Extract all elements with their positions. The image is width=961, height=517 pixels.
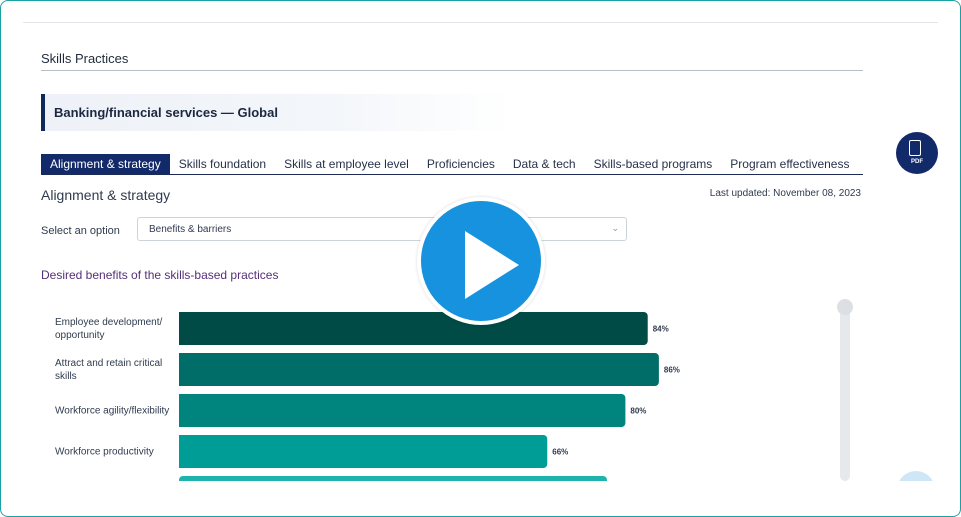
tab-bar: Alignment & strategy Skills foundation Ski… [41, 154, 863, 175]
option-select[interactable]: Benefits & barriers ⌄ [137, 217, 627, 241]
tab-data-tech[interactable]: Data & tech [504, 154, 585, 174]
bar[interactable] [179, 353, 659, 386]
value-label: 80% [630, 407, 646, 416]
category-label: Attract and retain critical [55, 358, 162, 369]
bar-edge [179, 312, 185, 345]
chart-title: Desired benefits of the skills-based pra… [41, 268, 279, 282]
value-label: 66% [552, 448, 568, 457]
video-frame: Skills Practices Banking/financial servi… [0, 0, 961, 517]
section-title: Skills Practices [41, 51, 129, 66]
category-label: skills [55, 371, 77, 382]
bar[interactable] [179, 435, 548, 468]
bar[interactable] [179, 312, 648, 345]
video-bottom-area [2, 481, 959, 515]
bar-edge [179, 394, 185, 427]
divider [23, 22, 938, 23]
bar-edge [179, 435, 185, 468]
tab-skills-foundation[interactable]: Skills foundation [170, 154, 275, 174]
bar[interactable] [179, 394, 626, 427]
section-divider [41, 70, 863, 71]
category-label: Workforce agility/flexibility [55, 406, 169, 417]
region-banner: Banking/financial services — Global [41, 94, 511, 131]
tab-skills-based-programs[interactable]: Skills-based programs [585, 154, 722, 174]
chevron-down-icon: ⌄ [611, 223, 619, 233]
pdf-download-button[interactable]: PDF [896, 132, 938, 174]
pdf-label: PDF [911, 159, 923, 165]
bar-edge [179, 353, 185, 386]
document-download-icon [909, 140, 921, 156]
category-label: Employee development/ [55, 317, 163, 328]
last-updated: Last updated: November 08, 2023 [709, 188, 861, 199]
play-button[interactable] [417, 197, 545, 325]
scrollbar-track[interactable] [840, 304, 850, 481]
tab-program-effectiveness[interactable]: Program effectiveness [721, 154, 858, 174]
scrollbar-thumb[interactable] [837, 299, 853, 315]
value-label: 86% [664, 366, 680, 375]
page-subheading: Alignment & strategy [41, 187, 171, 203]
select-value: Benefits & barriers [149, 224, 232, 235]
select-label: Select an option [41, 225, 120, 237]
category-label: opportunity [55, 330, 104, 341]
tab-alignment-strategy[interactable]: Alignment & strategy [41, 154, 170, 174]
tab-proficiencies[interactable]: Proficiencies [418, 154, 504, 174]
bar-chart: 84% Employee development/opportunity 86% At… [55, 312, 680, 491]
value-label: 84% [653, 325, 669, 334]
play-icon [465, 231, 519, 299]
banner-title: Banking/financial services — Global [54, 105, 278, 120]
tab-skills-at-employee-level[interactable]: Skills at employee level [275, 154, 418, 174]
category-label: Workforce productivity [55, 447, 154, 458]
